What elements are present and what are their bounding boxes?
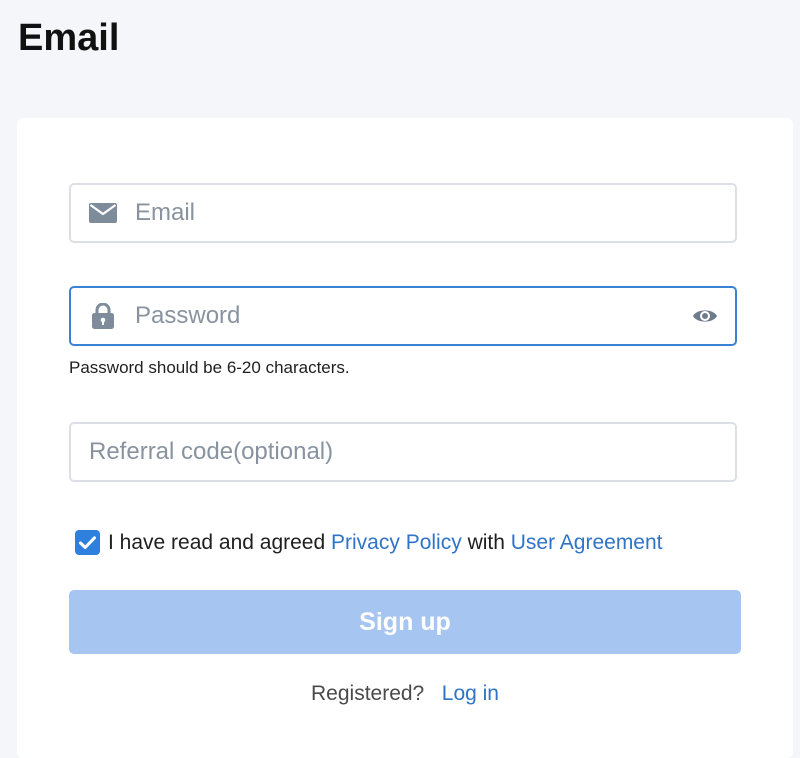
referral-code-input[interactable]: [71, 424, 735, 480]
sign-up-button[interactable]: Sign up: [69, 590, 741, 654]
checkmark-icon: [79, 535, 96, 549]
signup-card: Password should be 6-20 characters. I ha…: [17, 118, 793, 758]
login-prompt-text: Registered?: [311, 682, 425, 705]
privacy-policy-link[interactable]: Privacy Policy: [331, 531, 462, 555]
agreement-connector: with: [467, 530, 505, 554]
agreement-row: I have read and agreed Privacy Policy wi…: [75, 530, 663, 555]
agreement-checkbox[interactable]: [75, 530, 100, 555]
referral-code-field[interactable]: [69, 422, 737, 482]
user-agreement-link[interactable]: User Agreement: [511, 531, 663, 555]
email-field[interactable]: [69, 183, 737, 243]
eye-icon[interactable]: [675, 288, 735, 344]
email-input[interactable]: [135, 185, 735, 241]
agreement-text: I have read and agreed: [108, 530, 326, 554]
password-field[interactable]: [69, 286, 737, 346]
lock-icon: [71, 288, 135, 344]
mail-icon: [71, 185, 135, 241]
log-in-link[interactable]: Log in: [442, 682, 499, 705]
password-hint: Password should be 6-20 characters.: [69, 358, 350, 377]
password-input[interactable]: [135, 288, 675, 344]
page-title: Email: [18, 17, 120, 59]
login-prompt-row: Registered? Log in: [17, 682, 793, 706]
